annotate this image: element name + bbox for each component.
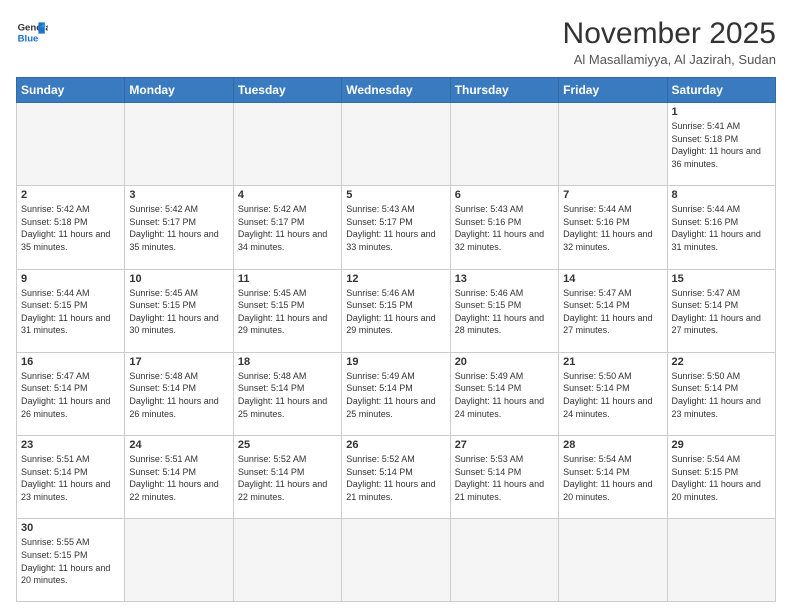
table-cell: 11 Sunrise: 5:45 AMSunset: 5:15 PMDaylig… bbox=[233, 269, 341, 352]
table-cell: 3 Sunrise: 5:42 AMSunset: 5:17 PMDayligh… bbox=[125, 186, 233, 269]
table-cell: 30 Sunrise: 5:55 AMSunset: 5:15 PMDaylig… bbox=[17, 519, 125, 602]
page: General Blue November 2025 Al Masallamiy… bbox=[0, 0, 792, 612]
header-friday: Friday bbox=[559, 78, 667, 103]
month-title: November 2025 bbox=[563, 16, 776, 52]
table-cell bbox=[233, 103, 341, 186]
table-cell bbox=[559, 519, 667, 602]
table-cell: 5 Sunrise: 5:43 AMSunset: 5:17 PMDayligh… bbox=[342, 186, 450, 269]
table-cell: 13 Sunrise: 5:46 AMSunset: 5:15 PMDaylig… bbox=[450, 269, 558, 352]
table-row: 2 Sunrise: 5:42 AMSunset: 5:18 PMDayligh… bbox=[17, 186, 776, 269]
table-cell: 12 Sunrise: 5:46 AMSunset: 5:15 PMDaylig… bbox=[342, 269, 450, 352]
weekday-header-row: Sunday Monday Tuesday Wednesday Thursday… bbox=[17, 78, 776, 103]
title-block: November 2025 Al Masallamiyya, Al Jazira… bbox=[563, 16, 776, 67]
table-cell: 17 Sunrise: 5:48 AMSunset: 5:14 PMDaylig… bbox=[125, 352, 233, 435]
header-saturday: Saturday bbox=[667, 78, 775, 103]
table-cell bbox=[559, 103, 667, 186]
table-cell: 27 Sunrise: 5:53 AMSunset: 5:14 PMDaylig… bbox=[450, 436, 558, 519]
table-cell bbox=[450, 519, 558, 602]
table-cell: 22 Sunrise: 5:50 AMSunset: 5:14 PMDaylig… bbox=[667, 352, 775, 435]
table-cell bbox=[125, 519, 233, 602]
table-cell: 8 Sunrise: 5:44 AMSunset: 5:16 PMDayligh… bbox=[667, 186, 775, 269]
table-cell bbox=[342, 519, 450, 602]
header-monday: Monday bbox=[125, 78, 233, 103]
table-cell: 1 Sunrise: 5:41 AMSunset: 5:18 PMDayligh… bbox=[667, 103, 775, 186]
header: General Blue November 2025 Al Masallamiy… bbox=[16, 16, 776, 67]
table-row: 23 Sunrise: 5:51 AMSunset: 5:14 PMDaylig… bbox=[17, 436, 776, 519]
logo: General Blue bbox=[16, 16, 48, 48]
header-wednesday: Wednesday bbox=[342, 78, 450, 103]
svg-text:Blue: Blue bbox=[18, 34, 39, 45]
table-cell: 7 Sunrise: 5:44 AMSunset: 5:16 PMDayligh… bbox=[559, 186, 667, 269]
table-cell: 28 Sunrise: 5:54 AMSunset: 5:14 PMDaylig… bbox=[559, 436, 667, 519]
table-cell: 4 Sunrise: 5:42 AMSunset: 5:17 PMDayligh… bbox=[233, 186, 341, 269]
table-cell: 6 Sunrise: 5:43 AMSunset: 5:16 PMDayligh… bbox=[450, 186, 558, 269]
table-cell: 16 Sunrise: 5:47 AMSunset: 5:14 PMDaylig… bbox=[17, 352, 125, 435]
table-cell: 18 Sunrise: 5:48 AMSunset: 5:14 PMDaylig… bbox=[233, 352, 341, 435]
table-cell: 25 Sunrise: 5:52 AMSunset: 5:14 PMDaylig… bbox=[233, 436, 341, 519]
table-row: 1 Sunrise: 5:41 AMSunset: 5:18 PMDayligh… bbox=[17, 103, 776, 186]
table-cell bbox=[125, 103, 233, 186]
table-row: 9 Sunrise: 5:44 AMSunset: 5:15 PMDayligh… bbox=[17, 269, 776, 352]
table-cell: 15 Sunrise: 5:47 AMSunset: 5:14 PMDaylig… bbox=[667, 269, 775, 352]
table-cell: 29 Sunrise: 5:54 AMSunset: 5:15 PMDaylig… bbox=[667, 436, 775, 519]
table-cell: 20 Sunrise: 5:49 AMSunset: 5:14 PMDaylig… bbox=[450, 352, 558, 435]
table-cell: 9 Sunrise: 5:44 AMSunset: 5:15 PMDayligh… bbox=[17, 269, 125, 352]
calendar-table: Sunday Monday Tuesday Wednesday Thursday… bbox=[16, 77, 776, 602]
header-tuesday: Tuesday bbox=[233, 78, 341, 103]
table-cell: 26 Sunrise: 5:52 AMSunset: 5:14 PMDaylig… bbox=[342, 436, 450, 519]
table-row: 16 Sunrise: 5:47 AMSunset: 5:14 PMDaylig… bbox=[17, 352, 776, 435]
table-cell: 23 Sunrise: 5:51 AMSunset: 5:14 PMDaylig… bbox=[17, 436, 125, 519]
table-cell bbox=[17, 103, 125, 186]
table-cell bbox=[450, 103, 558, 186]
logo-icon: General Blue bbox=[16, 16, 48, 48]
table-cell: 24 Sunrise: 5:51 AMSunset: 5:14 PMDaylig… bbox=[125, 436, 233, 519]
table-cell: 10 Sunrise: 5:45 AMSunset: 5:15 PMDaylig… bbox=[125, 269, 233, 352]
table-cell: 2 Sunrise: 5:42 AMSunset: 5:18 PMDayligh… bbox=[17, 186, 125, 269]
table-row: 30 Sunrise: 5:55 AMSunset: 5:15 PMDaylig… bbox=[17, 519, 776, 602]
header-sunday: Sunday bbox=[17, 78, 125, 103]
table-cell bbox=[342, 103, 450, 186]
subtitle: Al Masallamiyya, Al Jazirah, Sudan bbox=[563, 52, 776, 67]
header-thursday: Thursday bbox=[450, 78, 558, 103]
table-cell: 14 Sunrise: 5:47 AMSunset: 5:14 PMDaylig… bbox=[559, 269, 667, 352]
table-cell bbox=[667, 519, 775, 602]
table-cell bbox=[233, 519, 341, 602]
table-cell: 19 Sunrise: 5:49 AMSunset: 5:14 PMDaylig… bbox=[342, 352, 450, 435]
table-cell: 21 Sunrise: 5:50 AMSunset: 5:14 PMDaylig… bbox=[559, 352, 667, 435]
